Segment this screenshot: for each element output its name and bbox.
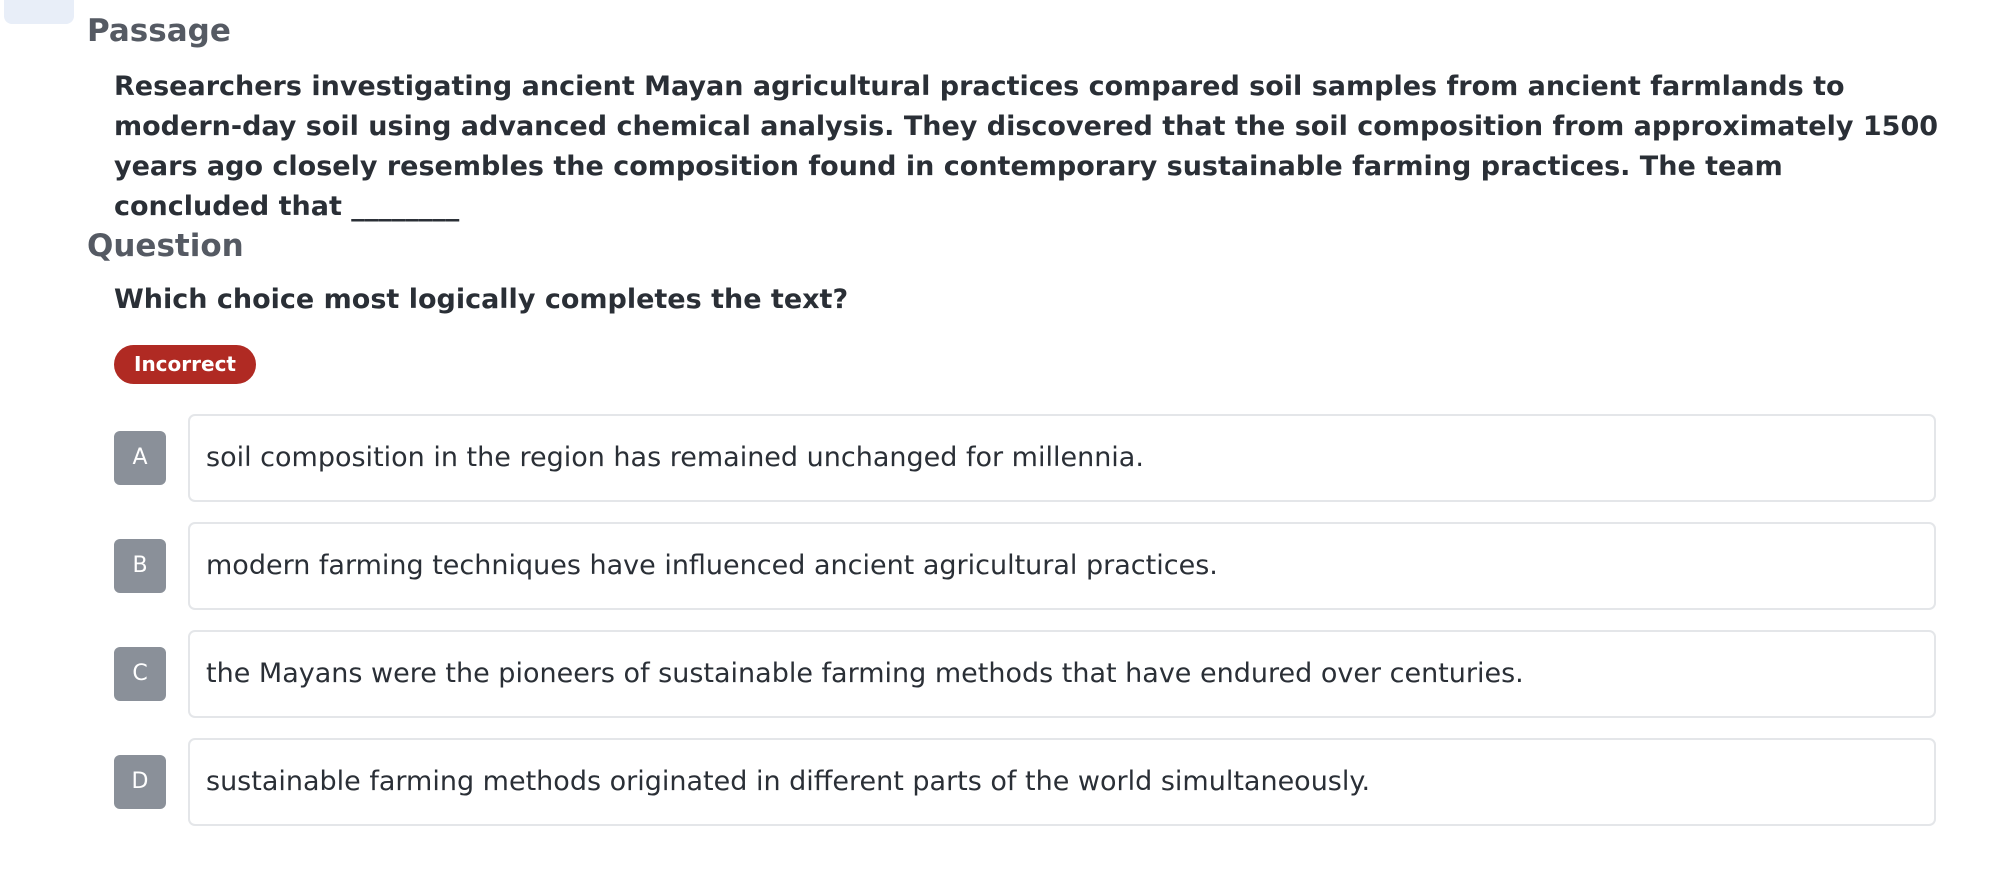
question-heading: Question — [87, 228, 244, 264]
choice-option-a[interactable]: soil composition in the region has remai… — [188, 414, 1936, 502]
question-number-badge[interactable] — [4, 0, 74, 24]
choice-row-c[interactable]: C the Mayans were the pioneers of sustai… — [114, 630, 1936, 718]
passage-heading: Passage — [87, 13, 231, 49]
choice-option-b[interactable]: modern farming techniques have influence… — [188, 522, 1936, 610]
choice-row-a[interactable]: A soil composition in the region has rem… — [114, 414, 1936, 502]
status-badge: Incorrect — [114, 345, 256, 384]
choice-letter-b[interactable]: B — [114, 539, 166, 593]
choice-option-c[interactable]: the Mayans were the pioneers of sustaina… — [188, 630, 1936, 718]
passage-text: Researchers investigating ancient Mayan … — [114, 71, 1939, 222]
choice-row-d[interactable]: D sustainable farming methods originated… — [114, 738, 1936, 826]
question-prompt: Which choice most logically completes th… — [114, 284, 849, 315]
choice-row-b[interactable]: B modern farming techniques have influen… — [114, 522, 1936, 610]
choice-letter-c[interactable]: C — [114, 647, 166, 701]
choice-option-d[interactable]: sustainable farming methods originated i… — [188, 738, 1936, 826]
question-page: Passage Researchers investigating ancien… — [0, 0, 2004, 880]
choice-letter-d[interactable]: D — [114, 755, 166, 809]
choice-letter-a[interactable]: A — [114, 431, 166, 485]
